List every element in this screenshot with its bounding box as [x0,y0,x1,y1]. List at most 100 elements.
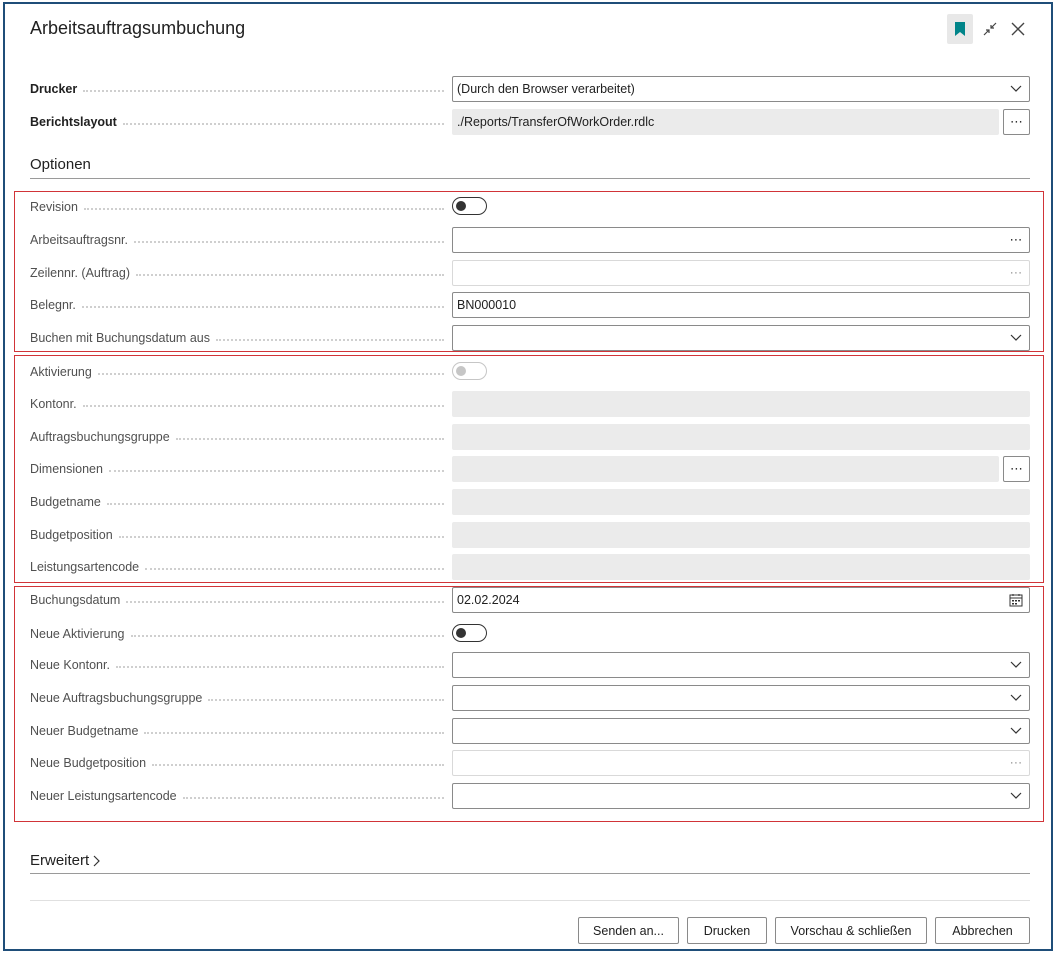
new-account-no-label: Neue Kontonr. [30,652,444,678]
report-layout-field: ./Reports/TransferOfWorkOrder.rdlc [452,109,999,135]
chevron-down-icon [1007,722,1025,740]
printer-value: (Durch den Browser verarbeitet) [457,82,635,96]
revision-label: Revision [30,194,444,220]
line-no-label: Zeilennr. (Auftrag) [30,260,444,286]
document-no-row: Belegnr. BN000010 [30,292,1030,318]
chevron-down-icon [1007,80,1025,98]
print-button[interactable]: Drucken [687,917,767,944]
budget-name-label: Budgetname [30,489,444,515]
new-activation-toggle[interactable] [452,624,487,642]
preview-close-button[interactable]: Vorschau & schließen [775,917,927,944]
budget-position-field [452,522,1030,548]
new-budget-position-label: Neue Budgetposition [30,750,444,776]
ellipsis-icon: ⋯ [1010,461,1023,476]
post-with-date-select[interactable] [452,325,1030,351]
post-with-date-label: Buchen mit Buchungsdatum aus [30,325,444,351]
dialog-title: Arbeitsauftragsumbuchung [30,18,246,38]
document-no-input[interactable]: BN000010 [452,292,1030,318]
budget-name-row: Budgetname [30,489,1030,515]
collapse-icon [983,22,997,36]
chevron-down-icon [1007,689,1025,707]
new-order-posting-group-select[interactable] [452,685,1030,711]
work-order-no-input[interactable]: ⋯ [452,227,1030,253]
post-with-date-row: Buchen mit Buchungsdatum aus [30,325,1030,351]
advanced-divider [30,873,1030,874]
budget-name-field [452,489,1030,515]
account-no-label: Kontonr. [30,391,444,417]
dimensions-label: Dimensionen [30,456,444,482]
cancel-button[interactable]: Abbrechen [935,917,1030,944]
posting-date-value: 02.02.2024 [457,593,520,607]
options-section-title[interactable]: Optionen [30,156,91,173]
new-budget-name-row: Neuer Budgetname [30,718,1030,744]
advanced-section-toggle[interactable]: Erweitert [30,852,101,869]
work-order-no-label: Arbeitsauftragsnr. [30,227,444,253]
report-layout-value: ./Reports/TransferOfWorkOrder.rdlc [457,115,655,129]
bookmark-button[interactable] [947,14,973,44]
budget-position-label: Budgetposition [30,522,444,548]
posting-date-label: Buchungsdatum [30,587,444,613]
new-budget-name-select[interactable] [452,718,1030,744]
new-budget-position-row: Neue Budgetposition ⋯ [30,750,1030,776]
revision-row: Revision [30,194,1030,220]
new-work-type-code-label: Neuer Leistungsartencode [30,783,444,809]
order-posting-group-field [452,424,1030,450]
chevron-down-icon [1007,787,1025,805]
ellipsis-icon[interactable]: ⋯ [1007,231,1025,249]
printer-label: Drucker [30,76,444,102]
report-layout-label: Berichtslayout [30,109,444,135]
advanced-section-title: Erweitert [30,852,90,869]
document-no-label: Belegnr. [30,292,444,318]
options-divider [30,178,1030,179]
new-budget-name-label: Neuer Budgetname [30,718,444,744]
new-order-posting-group-label: Neue Auftragsbuchungsgruppe [30,685,444,711]
footer-divider [30,900,1030,901]
account-no-field [452,391,1030,417]
order-posting-group-row: Auftragsbuchungsgruppe [30,424,1030,450]
send-to-button[interactable]: Senden an... [578,917,679,944]
new-account-no-select[interactable] [452,652,1030,678]
new-activation-label: Neue Aktivierung [30,621,444,647]
dimensions-field [452,456,999,482]
report-request-dialog: Arbeitsauftragsumbuchung Drucker (Durch … [3,2,1053,951]
budget-position-row: Budgetposition [30,522,1030,548]
collapse-button[interactable] [977,14,1003,44]
close-icon [1011,22,1025,36]
printer-select[interactable]: (Durch den Browser verarbeitet) [452,76,1030,102]
new-account-no-row: Neue Kontonr. [30,652,1030,678]
new-budget-position-input: ⋯ [452,750,1030,776]
line-no-input: ⋯ [452,260,1030,286]
close-button[interactable] [1005,14,1031,44]
work-type-code-field [452,554,1030,580]
account-no-row: Kontonr. [30,391,1030,417]
printer-row: Drucker (Durch den Browser verarbeitet) [30,76,1030,102]
ellipsis-icon: ⋯ [1009,265,1023,280]
ellipsis-icon: ⋯ [1009,755,1023,770]
ellipsis-icon: ⋯ [1010,114,1023,129]
report-layout-row: Berichtslayout ./Reports/TransferOfWorkO… [30,109,1030,135]
dimensions-lookup-button[interactable]: ⋯ [1003,456,1030,482]
line-no-row: Zeilennr. (Auftrag) ⋯ [30,260,1030,286]
work-type-code-row: Leistungsartencode [30,554,1030,580]
report-layout-lookup-button[interactable]: ⋯ [1003,109,1030,135]
chevron-right-icon [93,855,101,867]
posting-date-input[interactable]: 02.02.2024 [452,587,1030,613]
new-activation-row: Neue Aktivierung [30,621,1030,647]
calendar-icon[interactable] [1007,591,1025,609]
new-work-type-code-select[interactable] [452,783,1030,809]
revision-toggle[interactable] [452,197,487,215]
order-posting-group-label: Auftragsbuchungsgruppe [30,424,444,450]
dimensions-row: Dimensionen ⋯ [30,456,1030,482]
activation-label: Aktivierung [30,359,444,385]
chevron-down-icon [1007,329,1025,347]
posting-date-row: Buchungsdatum 02.02.2024 [30,587,1030,613]
bookmark-icon [955,22,965,36]
activation-toggle [452,362,487,380]
activation-row: Aktivierung [30,359,1030,385]
new-order-posting-group-row: Neue Auftragsbuchungsgruppe [30,685,1030,711]
work-type-code-label: Leistungsartencode [30,554,444,580]
work-order-no-row: Arbeitsauftragsnr. ⋯ [30,227,1030,253]
new-work-type-code-row: Neuer Leistungsartencode [30,783,1030,809]
document-no-value: BN000010 [457,298,517,312]
chevron-down-icon [1007,656,1025,674]
